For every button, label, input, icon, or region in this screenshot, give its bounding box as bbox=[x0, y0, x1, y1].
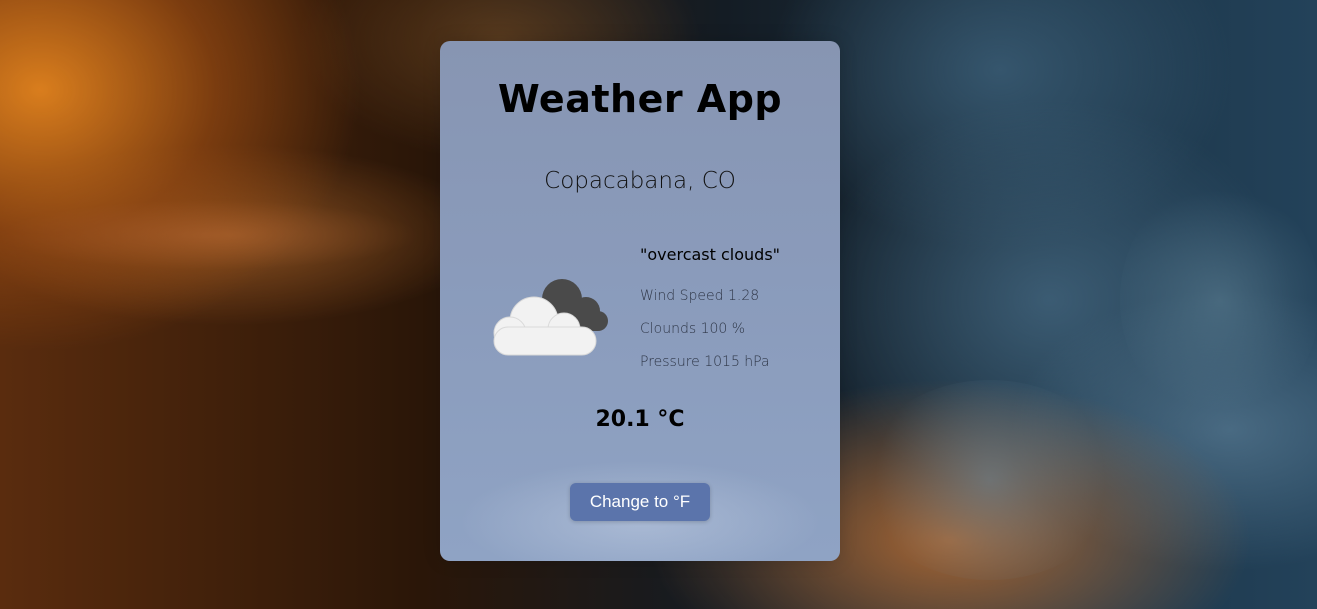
weather-card: Weather App Copacabana, CO "overcast clo… bbox=[440, 41, 840, 561]
app-title: Weather App bbox=[497, 77, 783, 121]
pressure: Pressure 1015 hPa bbox=[640, 354, 770, 370]
change-unit-button[interactable]: Change to °F bbox=[570, 483, 710, 521]
wind-speed: Wind Speed 1.28 bbox=[640, 288, 760, 304]
background-cloud bbox=[0, 200, 420, 270]
city-name: Copacabana, CO bbox=[544, 168, 736, 194]
weather-app-page: { "app": { "title": "Weather App" }, "lo… bbox=[0, 0, 1317, 609]
background-cloud bbox=[860, 380, 1120, 580]
background-cloud bbox=[1120, 180, 1317, 420]
weather-description: "overcast clouds" bbox=[640, 245, 781, 264]
cloud-coverage: Clounds 100 % bbox=[640, 321, 746, 337]
temperature: 20.1 °C bbox=[595, 407, 685, 432]
overcast-clouds-icon bbox=[493, 279, 608, 356]
